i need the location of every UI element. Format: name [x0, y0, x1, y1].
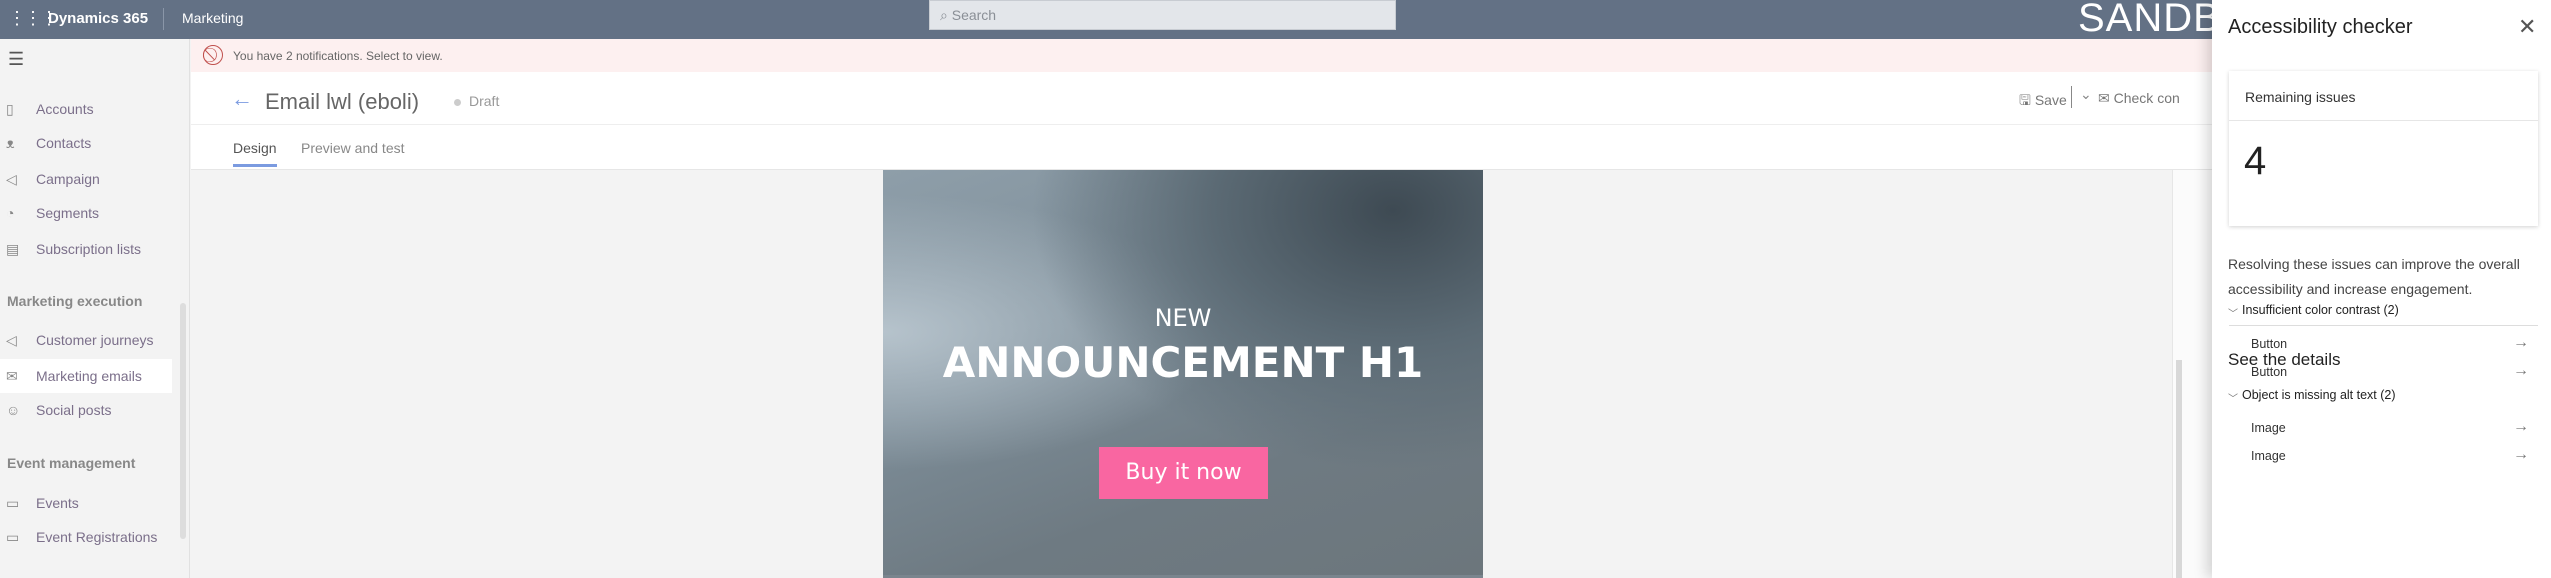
app-name[interactable]: Marketing — [182, 10, 243, 26]
sidebar: ☰ ▯ Accounts ᴥ Contacts ◁ Campaign ◔ Segment… — [0, 39, 190, 578]
mail-icon: ✉ — [6, 367, 18, 384]
smile-icon: ☺ — [6, 402, 21, 418]
record-header: ← Email lwl (eboli) Draft 🖫 Save ⌄ ✉ Che… — [191, 72, 2212, 170]
save-button[interactable]: 🖫 Save — [2019, 90, 2067, 114]
sidebar-item-label: Campaign — [36, 171, 100, 187]
category-missing-alt-text[interactable]: ﹀ Object is missing alt text (2) — [2228, 387, 2396, 405]
issue-item[interactable]: Image → — [2251, 446, 2529, 464]
panel-title: Accessibility checker — [2228, 16, 2413, 38]
arrow-right-icon[interactable]: → — [2513, 334, 2529, 352]
issue-label: Button — [2251, 365, 2288, 379]
sidebar-item-label: Customer journeys — [36, 332, 154, 348]
divider — [2229, 325, 2538, 326]
issue-label: Image — [2251, 449, 2286, 463]
sidebar-item-label: Contacts — [36, 135, 92, 151]
category-color-contrast[interactable]: ﹀ Insufficient color contrast (2) — [2228, 302, 2399, 320]
sidebar-item-label: Segments — [36, 205, 100, 221]
arrow-right-icon[interactable]: → — [2513, 446, 2529, 464]
sidebar-item-customer-journeys[interactable]: ◁ Customer journeys — [0, 323, 172, 357]
megaphone-icon: ◁ — [6, 170, 17, 187]
sidebar-item-label: Events — [36, 495, 79, 511]
sidebar-item-marketing-emails[interactable]: ✉ Marketing emails — [0, 359, 172, 393]
sidebar-item-label: Event Registrations — [36, 529, 158, 545]
person-icon: ᴥ — [6, 135, 15, 151]
tab-preview-and-test[interactable]: Preview and test — [301, 140, 405, 156]
divider — [2229, 120, 2538, 121]
search-input[interactable]: ⌕ Search — [929, 0, 1396, 30]
check-content-button[interactable]: ✉ Check con — [2098, 90, 2180, 107]
canvas-scrollbar[interactable] — [2176, 360, 2182, 578]
sidebar-item-label: Social posts — [36, 402, 112, 418]
sidebar-item-label: Accounts — [36, 101, 94, 117]
arrow-right-icon[interactable]: → — [2513, 362, 2529, 380]
back-arrow-icon[interactable]: ← — [231, 86, 253, 112]
issue-label: Button — [2251, 337, 2288, 351]
arrow-right-icon[interactable]: → — [2513, 418, 2529, 436]
panel-description: Resolving these issues can improve the o… — [2228, 256, 2520, 297]
chevron-down-icon: ﹀ — [2228, 394, 2238, 405]
sidebar-scrollbar[interactable] — [180, 303, 186, 539]
megaphone-icon: ◁ — [6, 331, 17, 348]
brand-name[interactable]: Dynamics 365 — [48, 10, 148, 27]
chevron-down-icon: ﹀ — [2228, 309, 2238, 320]
category-label: Object is missing alt text (2) — [2242, 388, 2396, 402]
tab-design[interactable]: Design — [233, 140, 277, 167]
sidebar-item-event-registrations[interactable]: ▭ Event Registrations — [0, 520, 172, 554]
check-label: Check con — [2113, 90, 2180, 106]
page-title: Email lwl (eboli) — [265, 89, 420, 114]
search-placeholder: Search — [951, 7, 997, 23]
remaining-issues-count: 4 — [2244, 139, 2267, 183]
sidebar-item-campaign[interactable]: ◁ Campaign — [0, 162, 172, 196]
issue-label: Image — [2251, 421, 2286, 435]
issue-item[interactable]: Button → — [2251, 334, 2529, 352]
save-dropdown-chevron-icon[interactable]: ⌄ — [2071, 86, 2092, 108]
group-marketing-execution: Marketing execution — [7, 293, 143, 309]
category-label: Insufficient color contrast (2) — [2242, 303, 2399, 317]
sidebar-item-social-posts[interactable]: ☺ Social posts — [0, 393, 172, 427]
list-icon: ▤ — [6, 240, 20, 257]
sidebar-item-label: Subscription lists — [36, 241, 142, 257]
divider — [191, 124, 2212, 125]
buy-it-now-button[interactable]: Buy it now — [1099, 447, 1268, 499]
notification-text: You have 2 notifications. Select to view… — [233, 49, 443, 63]
remaining-issues-label: Remaining issues — [2245, 89, 2356, 105]
calendar-icon: ▭ — [6, 528, 20, 545]
email-hero-image[interactable]: NEW ANNOUNCEMENT H1 Buy it now — [883, 170, 1483, 575]
sidebar-item-accounts[interactable]: ▯ Accounts — [0, 92, 172, 126]
blocked-icon: ⃠ — [203, 45, 223, 65]
accounts-icon: ▯ — [6, 100, 14, 117]
notification-bar[interactable]: ⃠ You have 2 notifications. Select to vi… — [191, 39, 2212, 72]
email-headline[interactable]: ANNOUNCEMENT H1 — [883, 338, 1483, 387]
save-icon: 🖫 — [2019, 92, 2035, 108]
close-icon[interactable]: ✕ — [2518, 14, 2536, 40]
accessibility-checker-panel: Accessibility checker ✕ Remaining issues… — [2212, 0, 2551, 578]
calendar-icon: ▭ — [6, 494, 20, 511]
issue-item[interactable]: Image → — [2251, 418, 2529, 436]
save-label: Save — [2034, 92, 2067, 108]
mail-check-icon: ✉ — [2098, 90, 2114, 106]
sidebar-item-segments[interactable]: ◔ Segments — [0, 196, 172, 230]
top-bar: ⋮⋮⋮ Dynamics 365 Marketing ⌕ Search SAND… — [0, 0, 2551, 40]
remaining-issues-card: Remaining issues 4 — [2229, 71, 2538, 226]
group-event-management: Event management — [7, 455, 136, 471]
email-kicker-text[interactable]: NEW — [883, 304, 1483, 332]
divider — [163, 8, 164, 30]
sidebar-item-subscription-lists[interactable]: ▤ Subscription lists — [0, 232, 172, 266]
hamburger-menu-icon[interactable]: ☰ — [8, 49, 24, 70]
sidebar-item-label: Marketing emails — [36, 368, 142, 384]
issue-item[interactable]: Button → — [2251, 362, 2529, 380]
pie-icon: ◔ — [6, 205, 15, 221]
sidebar-item-events[interactable]: ▭ Events — [0, 486, 172, 520]
status-badge: Draft — [454, 93, 499, 109]
sidebar-item-contacts[interactable]: ᴥ Contacts — [0, 126, 172, 160]
